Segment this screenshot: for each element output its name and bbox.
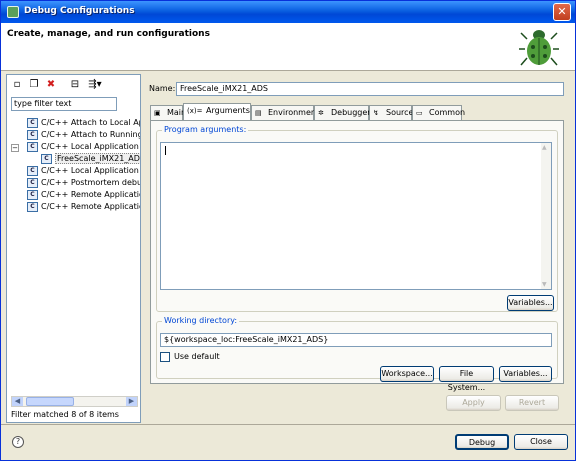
bug-icon [519,30,559,66]
program-arguments-title: Program arguments: [162,125,249,134]
tree-item[interactable]: CC/C++ Attach to Running Application [27,129,140,141]
filter-status: Filter matched 8 of 8 items [11,410,119,419]
program-arguments-textarea[interactable]: ▲ ▼ [160,142,552,290]
c-config-icon: C [41,153,52,164]
header-banner: Create, manage, and run configurations [1,23,575,71]
delete-icon[interactable]: ✖ [44,78,58,92]
apply-button[interactable]: Apply [446,395,501,411]
workspace-button[interactable]: Workspace... [380,366,434,382]
scroll-up-icon[interactable]: ▲ [542,144,547,151]
c-config-icon: C [27,165,38,176]
c-config-icon: C [27,189,38,200]
footer-divider [1,424,575,425]
working-directory-field[interactable]: ${workspace_loc:FreeScale_iMX21_ADS} [160,333,552,347]
debugger-tab-icon: ✲ [318,109,324,117]
collapse-all-icon[interactable]: ⊟ [68,78,82,92]
tree-item-selected[interactable]: C FreeScale_iMX21_ADS [41,153,140,165]
new-config-icon[interactable]: ▫ [10,78,24,92]
c-config-icon: C [27,141,38,152]
c-config-icon: C [27,129,38,140]
vertical-scrollbar[interactable]: ▲ ▼ [541,143,551,289]
footer: ? Debug Close [1,427,575,461]
duplicate-icon[interactable]: ❐ [27,78,41,92]
c-config-icon: C [27,177,38,188]
name-field[interactable]: FreeScale_iMX21_ADS [176,82,564,96]
environment-tab-icon: ▤ [255,109,262,117]
tree-item[interactable]: CC/C++ Postmortem debugger [27,177,140,189]
tab-debugger[interactable]: ✲ Debugger [314,105,371,120]
debug-configurations-dialog: Debug Configurations ✕ Create, manage, a… [0,0,576,461]
help-icon[interactable]: ? [12,436,24,448]
tab-arguments[interactable]: (x)= Arguments [183,103,251,120]
scroll-thumb[interactable] [26,397,74,406]
tab-environment[interactable]: ▤ Environment [251,105,319,120]
tree-item[interactable]: CC/C++ Attach to Local Application [27,117,140,129]
tab-source[interactable]: ↯ Source [369,105,413,120]
tree-item[interactable]: CC/C++ Local Application (Embedded) [27,165,140,177]
name-label: Name: [149,84,176,93]
arguments-tab-content: Program arguments: ▲ ▼ Variables... Work… [150,120,564,392]
configuration-list-pane: ▫ ❐ ✖ ⊟ ⇶▾ type filter text C C/C++ Attac… [6,74,141,423]
tree-item[interactable]: C C/C++ Local Application [27,141,139,153]
program-arguments-group: Program arguments: ▲ ▼ Variables... [156,125,558,312]
window-title: Debug Configurations [24,6,135,16]
c-config-icon: C [27,201,38,212]
close-window-button[interactable]: ✕ [553,3,571,21]
scroll-left-icon[interactable]: ◀ [12,397,23,406]
configuration-editor: Name: FreeScale_iMX21_ADS ▣ Main (x)= Argu… [144,74,571,423]
tab-main[interactable]: ▣ Main [150,105,186,120]
working-directory-title: Working directory: [162,316,240,325]
common-tab-icon: ▭ [416,109,423,117]
banner-heading: Create, manage, and run configurations [7,29,210,39]
horizontal-scrollbar[interactable]: ◀ ▶ [11,396,138,407]
close-button[interactable]: Close [514,434,568,450]
scroll-down-icon[interactable]: ▼ [542,281,547,288]
filter-icon[interactable]: ⇶▾ [84,78,106,92]
file-system-button[interactable]: File System... [439,366,494,392]
working-directory-group: Working directory: ${workspace_loc:FreeS… [156,316,558,392]
revert-button[interactable]: Revert [505,395,559,411]
program-variables-button[interactable]: Variables... [507,295,554,311]
source-tab-icon: ↯ [373,109,379,117]
collapse-toggle-icon[interactable]: − [11,144,19,152]
use-default-label: Use default [174,352,220,361]
configuration-tree: CC/C++ Attach to Local Application CC/C+… [7,117,140,397]
working-dir-variables-button[interactable]: Variables... [499,366,552,382]
tab-common[interactable]: ▭ Common [412,105,465,120]
tree-item[interactable]: CC/C++ Remote Application (Embedded) [27,201,140,213]
debug-button[interactable]: Debug [455,434,509,450]
tree-item[interactable]: C C/C++ Remote Application [27,189,140,201]
main-tab-icon: ▣ [154,109,161,117]
use-default-checkbox[interactable] [160,352,170,362]
filter-input[interactable]: type filter text [11,97,117,111]
title-bar: Debug Configurations ✕ [1,1,575,23]
scroll-right-icon[interactable]: ▶ [126,397,137,406]
c-config-icon: C [27,117,38,128]
debug-icon [7,6,19,18]
text-caret [165,146,166,155]
arguments-tab-icon: (x)= [187,107,203,115]
